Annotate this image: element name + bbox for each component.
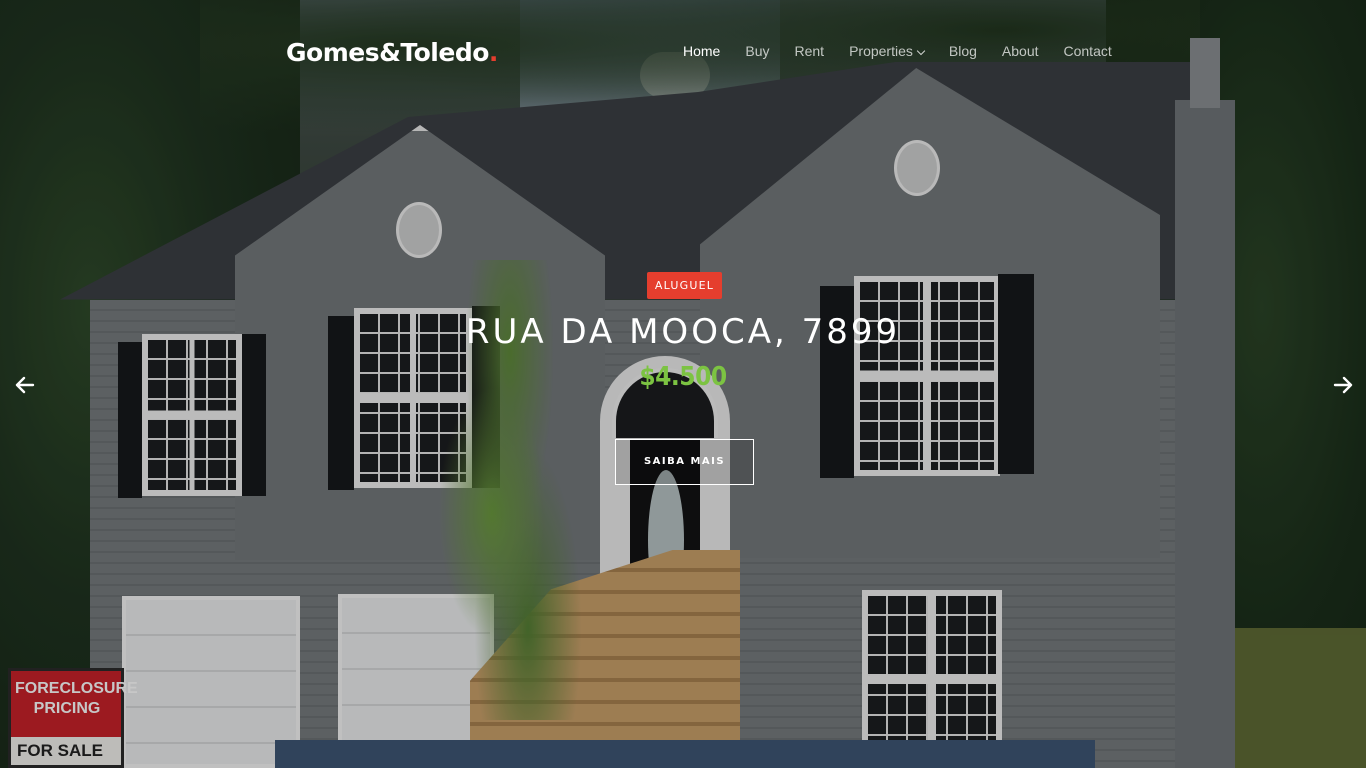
nav-label: Rent — [794, 43, 825, 59]
nav-label: Buy — [745, 43, 770, 59]
nav-label: About — [1001, 43, 1039, 59]
nav-label: Blog — [948, 43, 977, 59]
chevron-down-icon — [916, 46, 926, 56]
learn-more-button[interactable]: SAIBA MAIS — [615, 439, 754, 485]
brand-dot: . — [488, 38, 499, 67]
brand-name: Gomes&Toledo — [286, 38, 489, 67]
slider-next-button[interactable] — [1332, 374, 1354, 396]
nav-item-home[interactable]: Home — [683, 43, 720, 59]
nav-label: Properties — [849, 43, 913, 59]
arrow-left-icon — [15, 376, 35, 394]
nav-label: Contact — [1063, 43, 1112, 59]
nav-item-blog[interactable]: Blog — [949, 43, 977, 59]
brand-logo[interactable]: Gomes&Toledo. — [286, 38, 498, 67]
main-nav: Home Buy Rent Properties Blog About Cont… — [683, 43, 1137, 59]
nav-label: Home — [683, 43, 721, 59]
nav-item-buy[interactable]: Buy — [745, 43, 769, 59]
nav-item-contact[interactable]: Contact — [1064, 43, 1112, 59]
nav-item-rent[interactable]: Rent — [794, 43, 824, 59]
listing-title: RUA DA MOOCA, 7899 — [465, 312, 901, 352]
nav-item-properties[interactable]: Properties — [849, 43, 926, 59]
listing-type-badge: ALUGUEL — [647, 272, 722, 299]
nav-item-about[interactable]: About — [1002, 43, 1039, 59]
listing-price: $4.500 — [639, 362, 727, 392]
slider-prev-button[interactable] — [14, 374, 36, 396]
arrow-right-icon — [1333, 376, 1353, 394]
